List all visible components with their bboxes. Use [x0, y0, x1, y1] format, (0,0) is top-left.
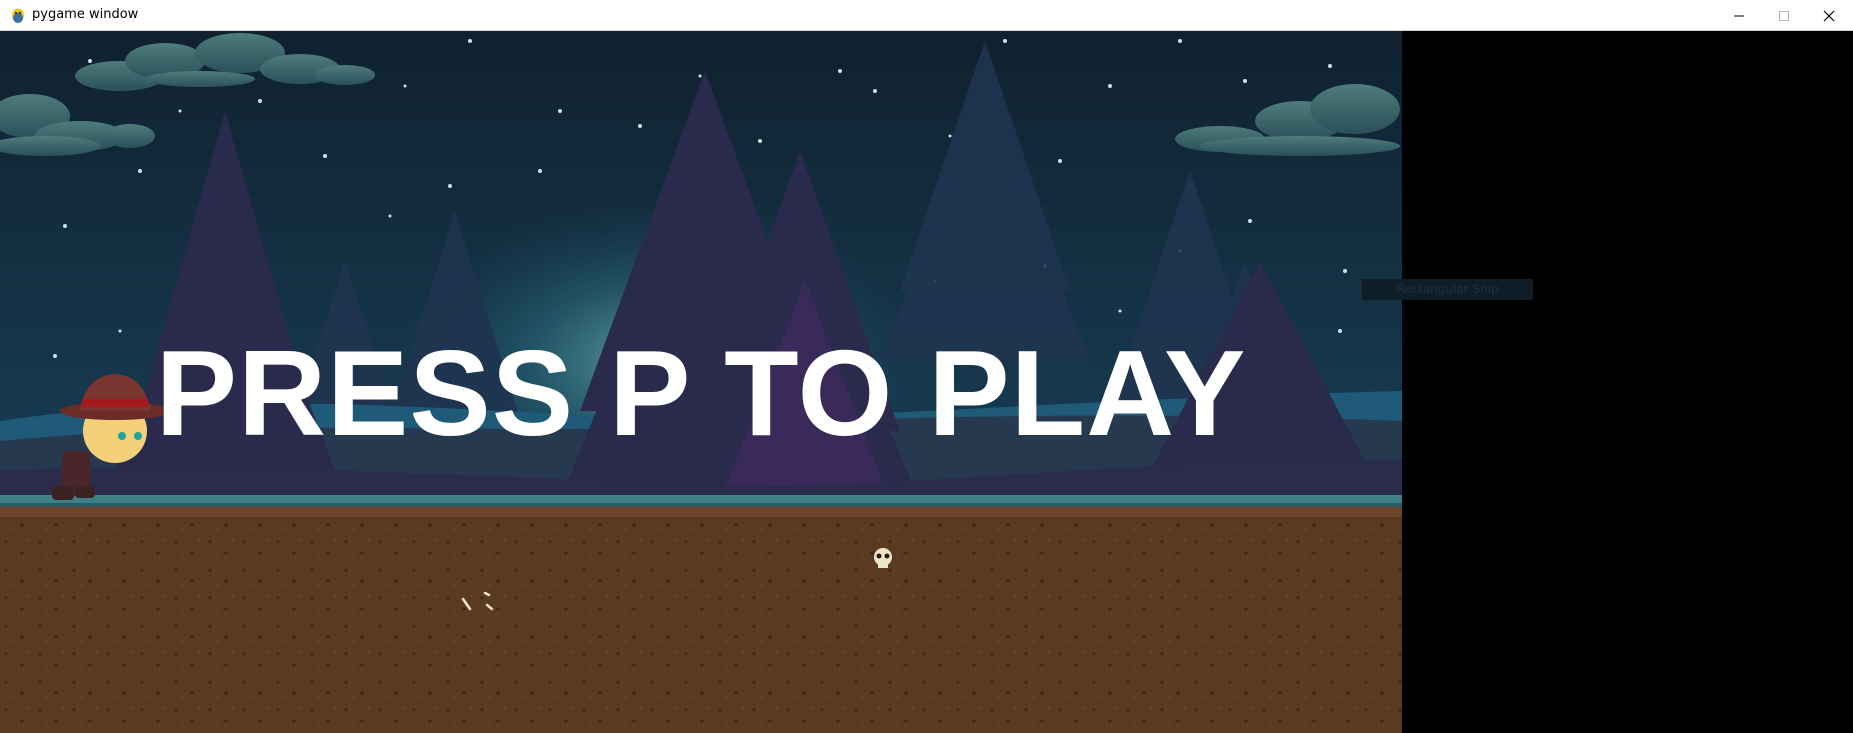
press-p-to-play-prompt: PRESS P TO PLAY	[155, 325, 1247, 461]
game-canvas[interactable]: PRESS P TO PLAY Rectangular Snip	[0, 31, 1853, 733]
title-bar: pygame window	[0, 0, 1853, 31]
close-button[interactable]	[1806, 0, 1851, 30]
snip-overlay-label: Rectangular Snip	[1362, 279, 1533, 300]
maximize-button[interactable]	[1761, 0, 1806, 30]
maximize-icon	[1779, 11, 1789, 21]
grass-strip	[0, 495, 1402, 503]
dirt-ground	[0, 507, 1402, 733]
window-title: pygame window	[32, 7, 139, 22]
close-icon	[1823, 10, 1835, 22]
unused-black-area	[1402, 31, 1853, 733]
minimize-button[interactable]	[1716, 0, 1761, 30]
pygame-snake-icon	[9, 7, 27, 25]
minimize-icon	[1734, 15, 1744, 17]
